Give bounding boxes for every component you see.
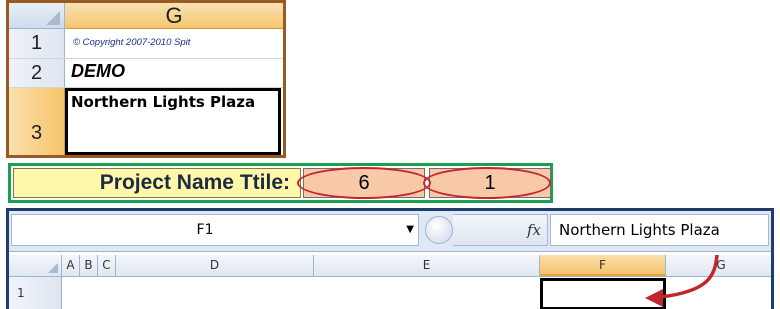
dropdown-arrow-icon[interactable]: ▼ — [406, 215, 414, 245]
column-header-b[interactable]: B — [80, 255, 98, 276]
insert-function-area: fx — [453, 214, 548, 246]
column-header-a[interactable]: A — [62, 255, 80, 276]
column-header-e[interactable]: E — [314, 255, 540, 276]
sheet-row-3: 3 Northern Lights Plaza — [9, 88, 283, 155]
column-header-g[interactable]: G — [65, 3, 283, 29]
formula-bar-expand-icon[interactable] — [425, 216, 453, 244]
highlight-oval-2 — [423, 167, 551, 199]
select-all-corner[interactable] — [9, 3, 65, 29]
row-header-1[interactable]: 1 — [9, 29, 65, 58]
project-title-strip: Project Name Ttile: 6 1 — [8, 163, 553, 203]
corner-triangle-icon — [48, 263, 58, 273]
excel-window-panel: F1 ▼ fx Northern Lights Plaza A B C D E … — [6, 208, 774, 309]
highlight-oval-1 — [297, 167, 431, 199]
sheet-row-1: 1 © Copyright 2007-2010 Spit — [9, 29, 283, 59]
corner-triangle-icon — [46, 11, 60, 25]
sheet-row-2: 2 DEMO — [9, 59, 283, 88]
row-number-label: 1 — [17, 286, 25, 300]
row-header-2[interactable]: 2 — [9, 59, 65, 87]
project-name-title-label: Project Name Ttile: — [13, 168, 301, 198]
formula-bar: F1 ▼ fx Northern Lights Plaza — [9, 211, 771, 252]
select-all-corner[interactable] — [9, 255, 62, 276]
copyright-cell[interactable]: © Copyright 2007-2010 Spit — [67, 29, 283, 58]
sheet-snippet-panel: G 1 © Copyright 2007-2010 Spit 2 DEMO 3 … — [6, 0, 286, 158]
row-header-1[interactable]: 1 — [9, 277, 62, 309]
formula-input[interactable]: Northern Lights Plaza — [550, 214, 769, 246]
callout-arrow-icon — [645, 254, 719, 307]
name-box-value: F1 — [196, 222, 214, 238]
name-box[interactable]: F1 ▼ — [11, 214, 419, 246]
column-header-d[interactable]: D — [116, 255, 314, 276]
fx-icon[interactable]: fx — [527, 215, 541, 245]
project-name-cell[interactable]: Northern Lights Plaza — [65, 88, 281, 155]
row-header-3[interactable]: 3 — [9, 88, 65, 155]
demo-cell[interactable]: DEMO — [67, 59, 283, 87]
column-header-c[interactable]: C — [98, 255, 116, 276]
